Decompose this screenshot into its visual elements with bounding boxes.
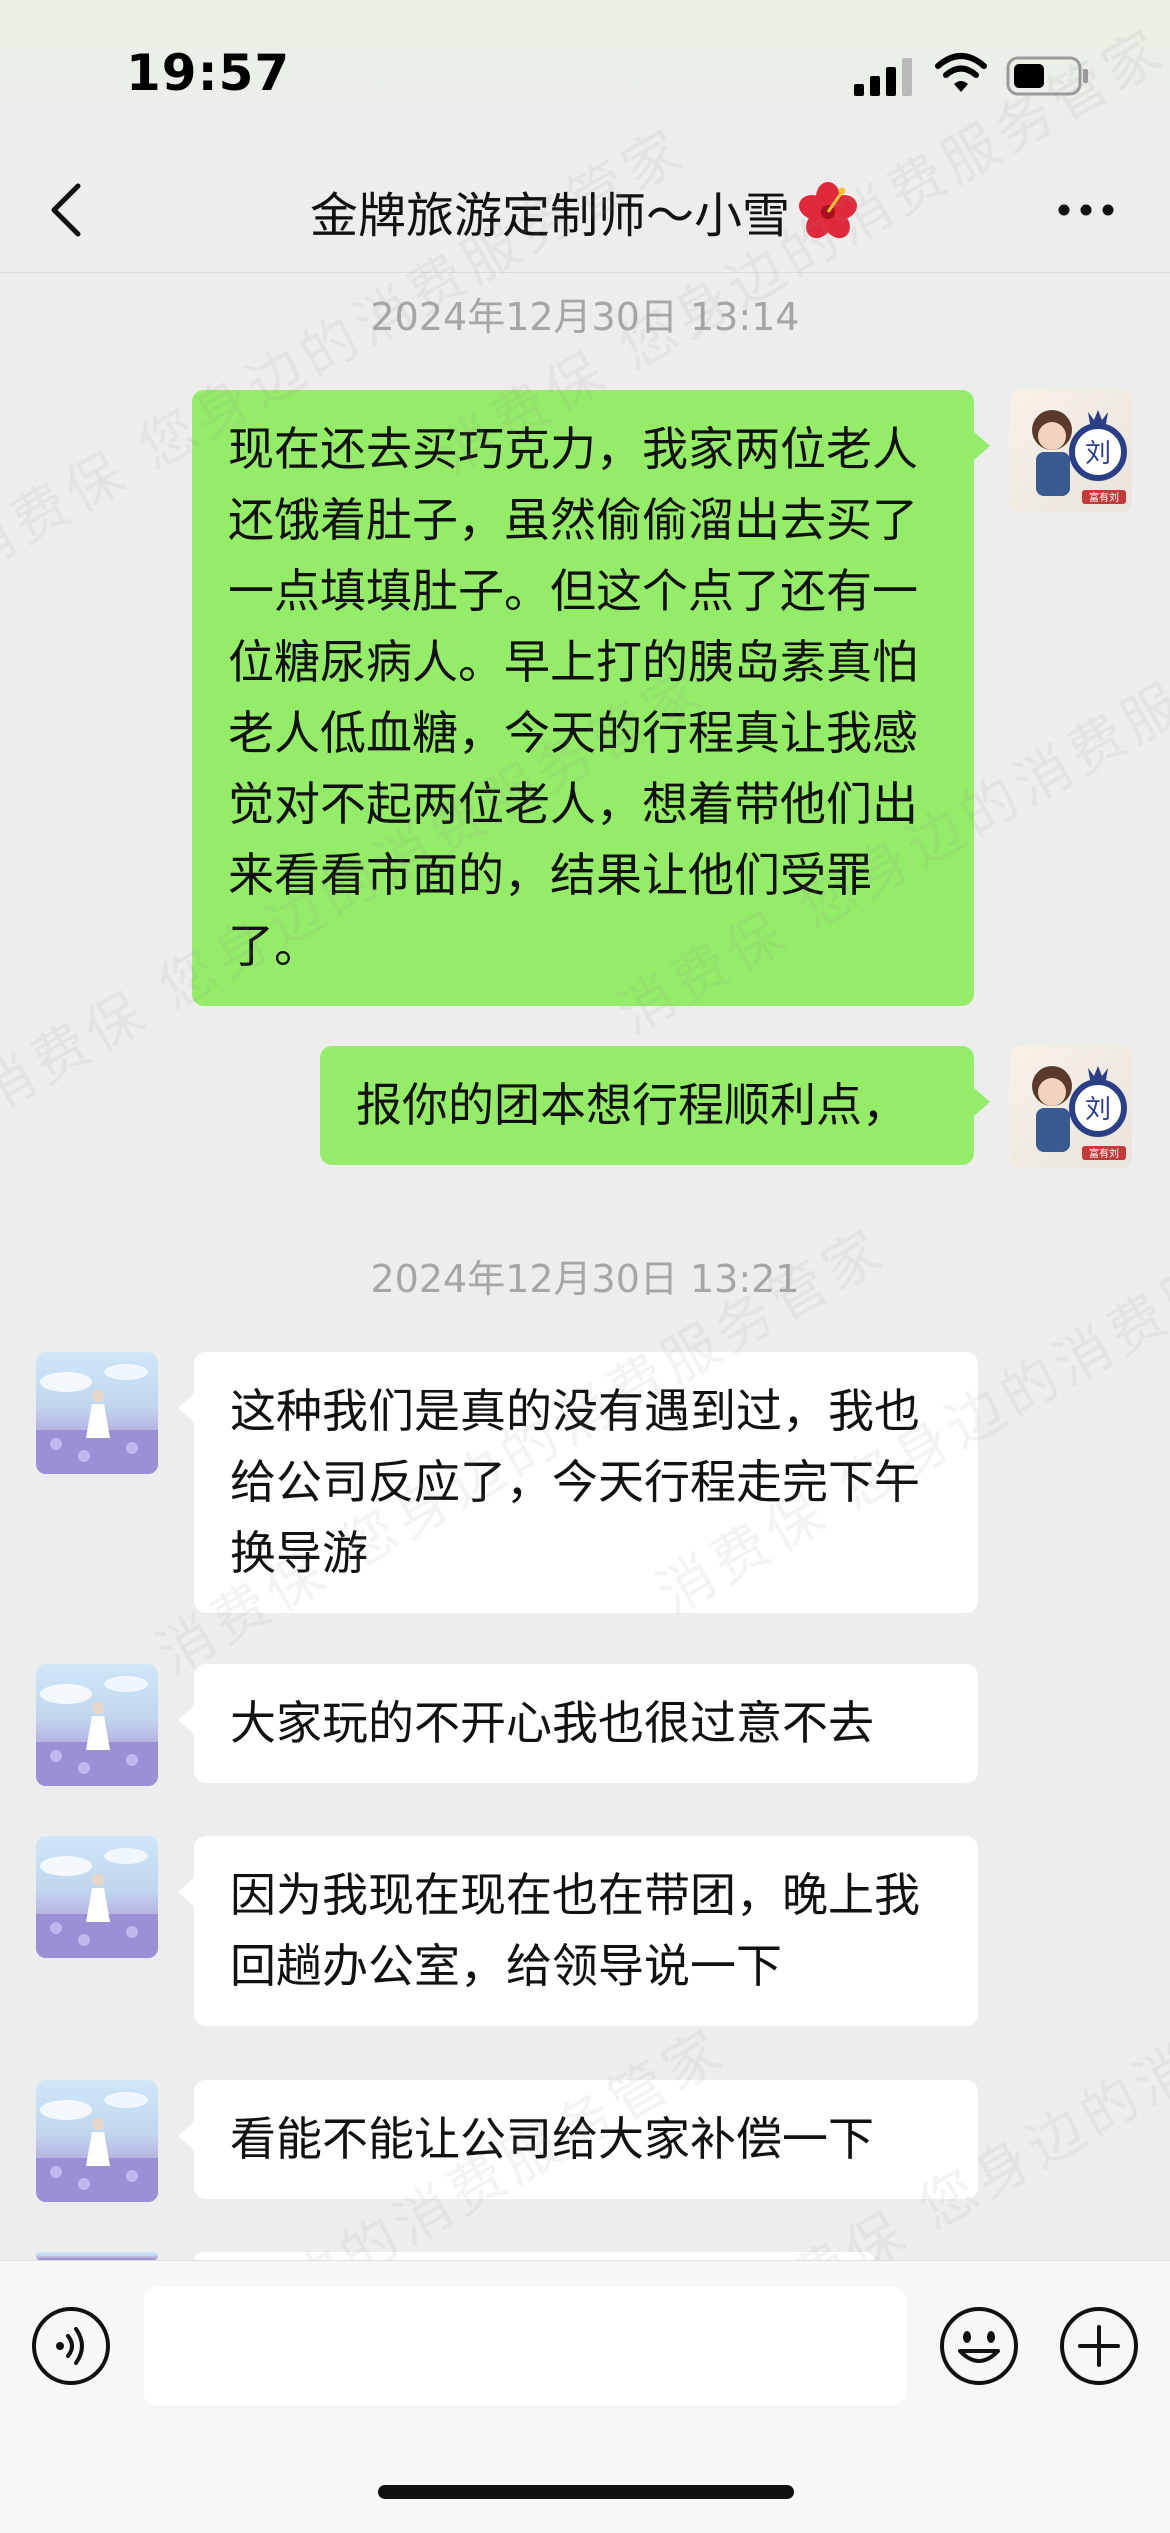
chat-message-list[interactable]: 2024年12月30日 13:14 现在还去买巧克力，我家两位老人还饿着肚子，虽…: [0, 272, 1170, 2260]
self-avatar-image: 刘 富有刘: [1032, 1066, 1127, 1160]
contact-avatar-partial: [36, 2252, 158, 2260]
plus-circle-icon[interactable]: [1058, 2305, 1140, 2387]
contact-avatar-image: [36, 1676, 158, 1786]
hibiscus-flower-icon: [798, 182, 858, 239]
battery-icon: [1006, 56, 1088, 96]
voice-input-icon[interactable]: [30, 2305, 112, 2387]
self-avatar-caption: 富有刘: [1089, 1147, 1119, 1160]
self-avatar[interactable]: 刘 富有刘: [1010, 390, 1132, 512]
message-input[interactable]: [144, 2287, 906, 2405]
self-avatar-initial: 刘: [1085, 439, 1111, 469]
chat-title: 金牌旅游定制师～小雪: [150, 176, 1020, 246]
status-bar: 19:57: [0, 0, 1170, 150]
self-avatar-image: 刘 富有刘: [1032, 410, 1127, 504]
contact-avatar[interactable]: [36, 1664, 158, 1786]
message-timestamp: 2024年12月30日 13:14: [370, 295, 800, 339]
self-avatar-caption: 富有刘: [1089, 491, 1119, 504]
home-indicator[interactable]: [378, 2485, 794, 2499]
cellular-signal-icon: [854, 58, 912, 96]
emoji-face-icon[interactable]: [938, 2305, 1020, 2387]
message-input-bar: [0, 2260, 1170, 2533]
status-time: 19:57: [126, 44, 291, 102]
contact-avatar-image: [36, 2092, 158, 2202]
back-chevron-icon[interactable]: [44, 180, 88, 240]
received-message-bubble[interactable]: 看能不能让公司给大家补偿一下: [178, 2080, 978, 2199]
received-message-bubble[interactable]: 这种我们是真的没有遇到过，我也给公司反应了，今天行程走完下午换导游: [178, 1352, 978, 1613]
received-message-bubble-partial: [194, 2252, 874, 2260]
sent-message-bubble[interactable]: 报你的团本想行程顺利点，: [320, 1046, 990, 1165]
sent-message-bubble[interactable]: 现在还去买巧克力，我家两位老人还饿着肚子，虽然偷偷溜出去买了一点填填肚子。但这个…: [192, 390, 990, 1006]
wifi-icon: [935, 53, 987, 92]
contact-avatar-image: [36, 1364, 158, 1474]
self-avatar-initial: 刘: [1085, 1095, 1111, 1125]
received-message-bubble[interactable]: 大家玩的不开心我也很过意不去: [178, 1664, 978, 1783]
chat-header: 金牌旅游定制师～小雪: [0, 150, 1170, 273]
contact-avatar[interactable]: [36, 1352, 158, 1474]
chat-title-text: 金牌旅游定制师～小雪: [309, 188, 790, 244]
contact-avatar[interactable]: [36, 1836, 158, 1958]
more-dots-icon[interactable]: [1056, 198, 1116, 222]
self-avatar[interactable]: 刘 富有刘: [1010, 1046, 1132, 1168]
received-message-bubble[interactable]: 因为我现在现在也在带团，晚上我回趟办公室，给领导说一下: [178, 1836, 978, 2026]
message-timestamp: 2024年12月30日 13:21: [370, 1257, 800, 1301]
contact-avatar[interactable]: [36, 2080, 158, 2202]
contact-avatar-image: [36, 1848, 158, 1958]
